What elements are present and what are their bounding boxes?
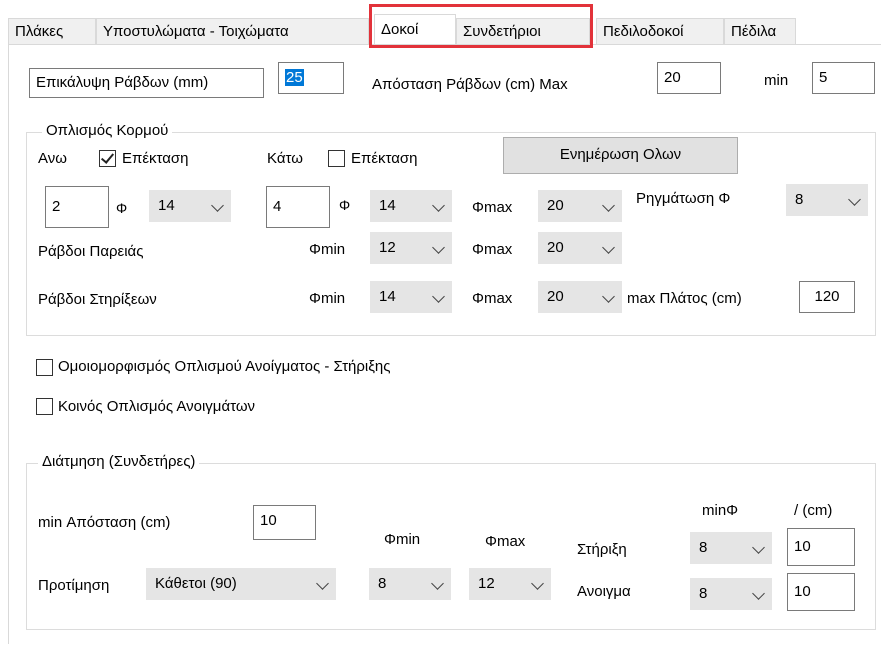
preference-select[interactable]: Κάθετοι (90) [146,568,336,600]
top-phi-label: Φ [116,200,128,216]
support-phimax-label: Φmax [472,290,513,307]
preference-value: Κάθετοι (90) [155,575,237,592]
common-reinforcement-label: Κοινός Οπλισμός Ανοιγμάτων [58,398,256,415]
chevron-down-icon [432,290,445,303]
span-stirrup-label: Ανοιγμα [577,583,631,600]
support-phimin-value: 14 [379,288,396,305]
preference-label: Προτίμηση [38,577,110,594]
chevron-down-icon [752,541,765,554]
bottom-count-input[interactable]: 4 [266,186,330,228]
side-phimax-label: Φmax [472,241,513,258]
phimax-select[interactable]: 20 [538,190,622,222]
shear-title: Διάτμηση (Συνδετήρες) [38,453,200,470]
chevron-down-icon [531,577,544,590]
per-cm-label: / (cm) [794,502,833,519]
side-phimin-label: Φmin [309,241,346,258]
shear-phimin-label: Φmin [384,531,421,548]
side-phimax-value: 20 [547,239,564,256]
bottom-label: Κάτω [267,150,303,167]
side-phimax-select[interactable]: 20 [538,232,622,264]
shear-phimax-select[interactable]: 12 [469,568,551,600]
chevron-down-icon [432,241,445,254]
span-stirrup-phi-value: 8 [699,585,708,602]
bottom-extension-label: Επέκταση [351,150,418,167]
span-stirrup-phi-select[interactable]: 8 [690,578,772,610]
support-stirrup-phi-select[interactable]: 8 [690,532,772,564]
bottom-phi-label: Φ [339,197,351,213]
update-all-button[interactable]: Ενημέρωση Ολων [503,137,738,174]
max-width-input[interactable]: 120 [799,281,855,313]
min-distance-input[interactable]: 10 [253,505,316,540]
top-count-input[interactable]: 2 [45,186,109,228]
support-stirrup-label: Στήριξη [577,541,627,558]
tab-strip-footings[interactable]: Πεδιλοδοκοί [596,18,724,44]
support-bars-label: Ράβδοι Στηρίξεων [38,291,157,308]
top-label: Ανω [38,150,67,167]
web-reinforcement-title: Οπλισμός Κορμού [42,122,173,139]
chevron-down-icon [602,241,615,254]
spacing-max-label: Απόσταση Ράβδων (cm) Max [372,76,568,93]
side-phimin-value: 12 [379,239,396,256]
cracking-label: Ρηγμάτωση Φ [636,190,731,207]
support-phimax-value: 20 [547,288,564,305]
chevron-down-icon [848,193,861,206]
spacing-min-label: min [764,72,789,89]
minphi-label: minΦ [702,502,739,519]
shear-phimax-value: 12 [478,575,495,592]
top-phi-select[interactable]: 14 [149,190,231,222]
uniform-reinforcement-label: Ομοιομορφισμός Οπλισμού Ανοίγματος - Στή… [58,358,391,375]
side-phimin-select[interactable]: 12 [370,232,452,264]
shear-phimin-select[interactable]: 8 [369,568,451,600]
cracking-select[interactable]: 8 [786,184,868,216]
top-extension-checkbox[interactable] [99,150,116,167]
chevron-down-icon [602,290,615,303]
chevron-down-icon [431,577,444,590]
shear-phimin-value: 8 [378,575,387,592]
check-icon [100,150,115,164]
support-phimin-label: Φmin [309,290,346,307]
shear-phimax-label: Φmax [485,533,526,550]
cover-value: 25 [285,69,304,86]
cover-input[interactable]: 25 [278,62,344,94]
tab-highlight-box [369,4,593,48]
support-stirrup-cm-input[interactable]: 10 [787,528,855,566]
tab-columns-walls[interactable]: Υποστυλώματα - Τοιχώματα [96,18,369,44]
uniform-reinforcement-checkbox[interactable] [36,359,53,376]
chevron-down-icon [602,199,615,212]
chevron-down-icon [752,587,765,600]
bottom-phi-value: 14 [379,197,396,214]
phimax-value: 20 [547,197,564,214]
common-reinforcement-checkbox[interactable] [36,398,53,415]
chevron-down-icon [316,577,329,590]
chevron-down-icon [211,199,224,212]
tab-slabs[interactable]: Πλάκες [8,18,96,44]
support-stirrup-phi-value: 8 [699,539,708,556]
spacing-max-input[interactable]: 20 [657,62,721,94]
bottom-extension-checkbox[interactable] [328,150,345,167]
span-stirrup-cm-input[interactable]: 10 [787,573,855,611]
chevron-down-icon [432,199,445,212]
cover-label: Επικάλυψη Ράβδων (mm) [29,68,264,98]
spacing-min-input[interactable]: 5 [812,62,875,94]
panel-left-border [8,44,9,644]
phimax-label: Φmax [472,199,513,216]
tab-footings[interactable]: Πέδιλα [724,18,796,44]
cracking-value: 8 [795,191,804,208]
support-phimin-select[interactable]: 14 [370,281,452,313]
top-extension-label: Επέκταση [122,150,189,167]
top-phi-value: 14 [158,197,175,214]
bottom-phi-select[interactable]: 14 [370,190,452,222]
side-bars-label: Ράβδοι Παρειάς [38,243,144,260]
min-distance-label: min Απόσταση (cm) [38,514,171,531]
max-width-label: max Πλάτος (cm) [627,290,742,307]
support-phimax-select[interactable]: 20 [538,281,622,313]
